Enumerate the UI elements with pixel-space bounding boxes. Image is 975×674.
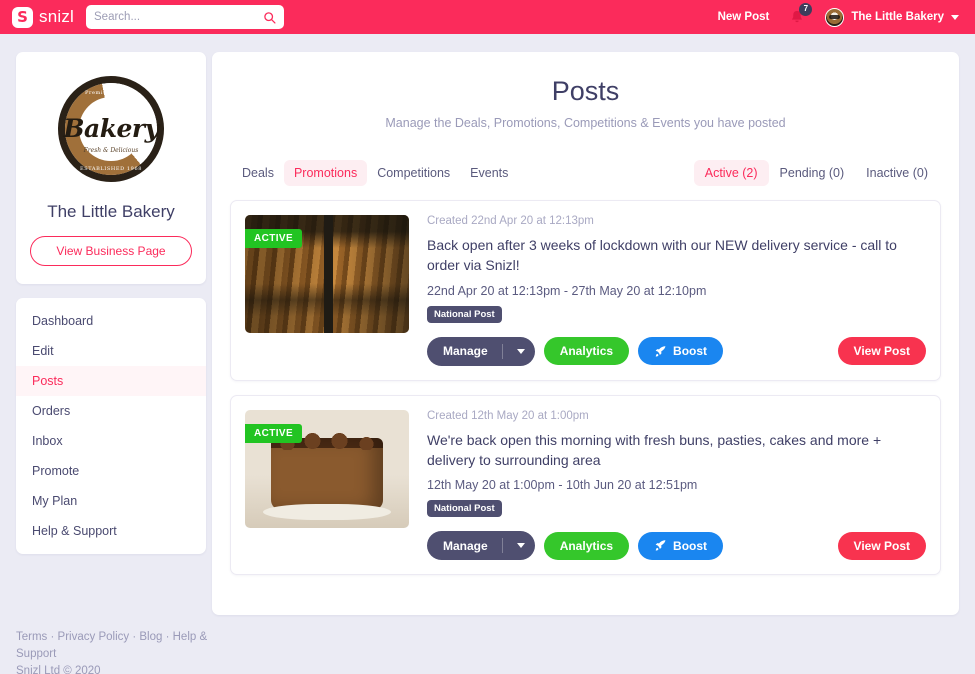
tab-competitions[interactable]: Competitions	[367, 160, 460, 186]
post-created-timestamp: Created 22nd Apr 20 at 12:13pm	[427, 215, 594, 227]
table-row: ACTIVE Created 22nd Apr 20 at 12:13pm Ba…	[230, 200, 941, 381]
footer-link-privacy-policy[interactable]: Privacy Policy	[58, 631, 130, 643]
view-post-button[interactable]: View Post	[837, 531, 926, 560]
footer-link-terms[interactable]: Terms	[16, 631, 47, 643]
sidebar-item-dashboard[interactable]: Dashboard	[16, 306, 206, 336]
manage-button-label: Manage	[443, 538, 488, 553]
manage-button[interactable]: Manage	[427, 336, 535, 366]
business-logo: Premium Quality Bakery Fresh & Delicious…	[52, 70, 170, 188]
logo-middle-text: Fresh & Delicious	[83, 147, 139, 154]
notification-count-badge: 7	[799, 2, 813, 16]
top-navigation-bar: S snizl New Post 7 The Little Bakery	[0, 0, 975, 34]
avatar	[825, 7, 845, 27]
status-filters: Active (2) Pending (0) Inactive (0)	[693, 160, 939, 186]
logo-word: Bakery	[63, 113, 159, 143]
notifications-button[interactable]: 7	[789, 2, 813, 26]
post-created-timestamp: Created 12th May 20 at 1:00pm	[427, 409, 589, 422]
tabs-and-filters-row: Deals Promotions Competitions Events Act…	[230, 160, 941, 186]
account-name: The Little Bakery	[851, 11, 944, 23]
footer-copyright: Snizl Ltd © 2020	[16, 664, 101, 674]
sidebar-item-edit[interactable]: Edit	[16, 336, 206, 366]
post-date-range: 22nd Apr 20 at 12:13pm - 27th May 20 at …	[427, 283, 707, 298]
posts-list: ACTIVE Created 22nd Apr 20 at 12:13pm Ba…	[230, 200, 941, 576]
manage-button[interactable]: Manage	[427, 531, 535, 561]
logo-bottom-text: ESTABLISHED 1968	[79, 166, 143, 172]
table-row: ACTIVE Created 12th May 20 at 1:00pm We'…	[230, 394, 941, 576]
logo-top-text: Premium Quality	[85, 90, 137, 96]
manage-button-divider	[501, 343, 503, 359]
analytics-button[interactable]: Analytics	[543, 531, 630, 560]
business-name: The Little Bakery	[47, 202, 175, 221]
footer-separator-2: ·	[129, 631, 140, 644]
rocket-icon	[654, 539, 667, 552]
filter-pending[interactable]: Pending (0)	[769, 160, 856, 186]
sidebar-item-promote[interactable]: Promote	[16, 456, 206, 486]
account-menu[interactable]: The Little Bakery	[825, 7, 959, 27]
footer-separator-1: ·	[47, 631, 58, 644]
manage-button-divider	[501, 538, 503, 554]
page-title: Posts	[551, 76, 620, 106]
post-details: Created 22nd Apr 20 at 12:13pm Back open…	[427, 215, 926, 366]
filter-inactive[interactable]: Inactive (0)	[855, 160, 939, 186]
top-nav-actions: New Post 7 The Little Bakery	[718, 2, 963, 27]
brand-wordmark: snizl	[39, 7, 75, 26]
chevron-down-icon	[516, 348, 525, 354]
sidebar-item-help-support[interactable]: Help & Support	[16, 516, 206, 546]
page-shell: Premium Quality Bakery Fresh & Delicious…	[0, 34, 975, 616]
rocket-icon	[654, 345, 667, 358]
footer-links: Terms · Privacy Policy · Blog · Help & S…	[16, 629, 244, 662]
post-actions: Manage Analytics Boost View Post	[427, 336, 926, 366]
view-business-page-button[interactable]: View Business Page	[30, 236, 192, 266]
search-icon[interactable]	[263, 11, 276, 24]
footer-separator-3: ·	[162, 631, 173, 644]
boost-button-label: Boost	[673, 344, 708, 359]
search-box[interactable]	[86, 5, 285, 29]
snizl-logo-icon: S	[12, 6, 33, 28]
filter-active[interactable]: Active (2)	[693, 160, 769, 186]
business-profile-card: Premium Quality Bakery Fresh & Delicious…	[16, 52, 206, 284]
boost-button[interactable]: Boost	[638, 337, 724, 366]
view-post-button[interactable]: View Post	[837, 337, 926, 366]
new-post-button[interactable]: New Post	[718, 11, 770, 23]
sidebar-item-orders[interactable]: Orders	[16, 396, 206, 426]
status-badge: ACTIVE	[245, 229, 303, 248]
page-subtitle: Manage the Deals, Promotions, Competitio…	[385, 116, 786, 130]
post-actions: Manage Analytics Boost View Post	[427, 531, 926, 561]
sidebar-navigation: Dashboard Edit Posts Orders Inbox Promot…	[16, 298, 206, 554]
sidebar-item-inbox[interactable]: Inbox	[16, 426, 206, 456]
footer-link-blog[interactable]: Blog	[139, 631, 162, 643]
boost-button-label: Boost	[673, 538, 708, 553]
analytics-button[interactable]: Analytics	[543, 337, 630, 366]
post-thumbnail[interactable]: ACTIVE	[245, 215, 409, 333]
boost-button[interactable]: Boost	[638, 531, 724, 560]
brand-logo[interactable]: S snizl	[12, 6, 75, 28]
tab-events[interactable]: Events	[460, 160, 518, 186]
post-date-range: 12th May 20 at 1:00pm - 10th Jun 20 at 1…	[427, 478, 698, 493]
search-input[interactable]	[94, 11, 264, 23]
tab-deals[interactable]: Deals	[232, 160, 284, 186]
sidebar-item-my-plan[interactable]: My Plan	[16, 486, 206, 516]
chevron-down-icon	[516, 543, 525, 549]
chevron-down-icon	[951, 14, 959, 20]
post-scope-badge: National Post	[427, 500, 502, 518]
post-thumbnail[interactable]: ACTIVE	[245, 409, 409, 528]
post-description: Back open after 3 weeks of lockdown with…	[427, 237, 897, 274]
tab-promotions[interactable]: Promotions	[283, 160, 368, 186]
post-scope-badge: National Post	[427, 305, 502, 323]
sidebar: Premium Quality Bakery Fresh & Delicious…	[16, 52, 206, 615]
post-description: We're back open this morning with fresh …	[427, 431, 882, 468]
sidebar-item-posts[interactable]: Posts	[16, 366, 206, 396]
main-content-panel: Posts Manage the Deals, Promotions, Comp…	[212, 52, 959, 616]
status-badge: ACTIVE	[245, 423, 303, 443]
post-details: Created 12th May 20 at 1:00pm We're back…	[427, 410, 926, 561]
footer: Terms · Privacy Policy · Blog · Help & S…	[0, 615, 260, 674]
manage-button-label: Manage	[443, 344, 488, 359]
